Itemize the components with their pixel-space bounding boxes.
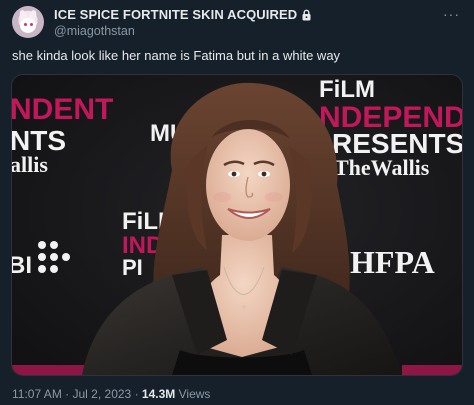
- tweet-date[interactable]: Jul 2, 2023: [73, 387, 132, 401]
- avatar-eye-right: [30, 23, 33, 26]
- avatar-face: [20, 18, 36, 33]
- tweet-text: she kinda look like her name is Fatima b…: [12, 48, 341, 63]
- tweet-photo[interactable]: NDENT NTS allis MU FiLM NDEPENDEN RESENT…: [11, 74, 463, 376]
- backdrop-text-tl-1: NDENT: [12, 93, 113, 126]
- backdrop-text-hfpa: HFPA: [350, 244, 435, 280]
- photo-illustration: NDENT NTS allis MU FiLM NDEPENDEN RESENT…: [12, 75, 462, 375]
- meta-separator: ·: [134, 387, 139, 401]
- tweet-header: ICE SPICE FORTNITE SKIN ACQUIRED @miagot…: [12, 6, 462, 42]
- backdrop-text-ml-3: PI: [122, 255, 143, 280]
- meta-separator: ·: [65, 387, 70, 401]
- backdrop-text-logo: BI: [12, 252, 32, 279]
- lock-icon: [302, 9, 311, 20]
- user-handle[interactable]: @miagothstan: [54, 24, 135, 38]
- backdrop-text-tr-4: TheWallis: [334, 155, 430, 180]
- backdrop-text-tl-3: allis: [12, 152, 48, 177]
- name-row: ICE SPICE FORTNITE SKIN ACQUIRED: [54, 7, 312, 22]
- backdrop-text-tr-1: FiLM: [319, 76, 375, 103]
- views-count: 14.3M: [141, 387, 176, 401]
- avatar-eye-left: [24, 23, 27, 26]
- tweet-meta: 11:07 AM · Jul 2, 2023 · 14.3M Views: [12, 387, 210, 401]
- display-name[interactable]: ICE SPICE FORTNITE SKIN ACQUIRED: [54, 7, 297, 22]
- more-horizontal-icon[interactable]: ···: [443, 6, 460, 22]
- tweet-time[interactable]: 11:07 AM: [12, 387, 62, 401]
- views-label: Views: [178, 387, 211, 401]
- avatar[interactable]: [12, 6, 44, 38]
